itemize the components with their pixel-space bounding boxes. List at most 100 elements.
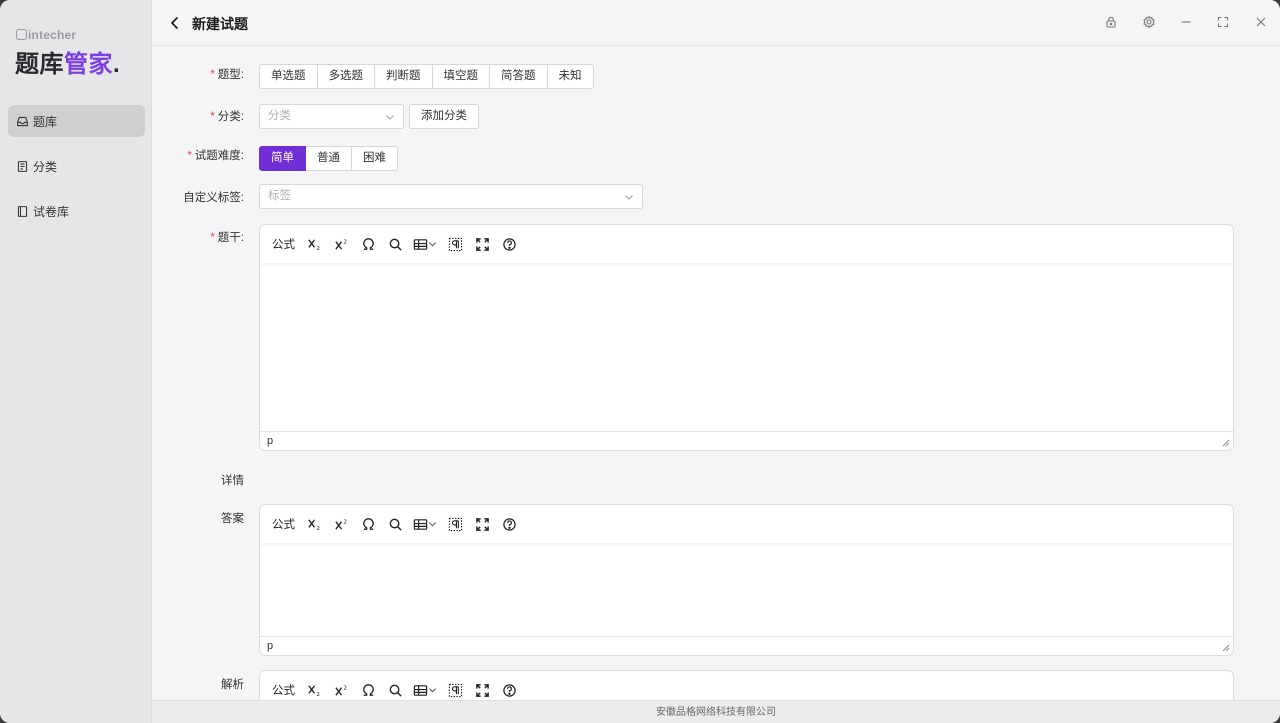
superscript-button[interactable]: 2 [330,678,352,700]
add-category-button[interactable]: 添加分类 [409,104,479,129]
superscript-button[interactable]: 2 [330,232,352,256]
help-button[interactable] [498,678,520,700]
back-arrow-icon[interactable] [168,15,182,31]
superscript-icon: 2 [334,519,346,530]
special-char-button[interactable] [357,512,379,536]
stem-label: * 题干: [210,232,244,244]
superscript-icon: 2 [334,239,346,250]
table-button[interactable] [411,232,439,256]
settings-icon[interactable] [1142,15,1156,29]
difficulty-option-hard[interactable]: 困难 [352,146,398,171]
subscript-icon: 2 [307,518,320,532]
table-button[interactable] [411,512,439,536]
element-path: p [267,640,274,652]
help-button[interactable] [498,512,520,536]
sidebar-item-paper-bank[interactable]: 试卷库 [8,195,145,227]
brand-dot: . [113,51,121,78]
svg-text:2: 2 [343,685,347,691]
show-blocks-button[interactable] [444,678,466,700]
fullscreen-button[interactable] [471,232,493,256]
subscript-icon: 2 [307,684,320,698]
inbox-icon [17,116,28,126]
search-icon [389,518,402,531]
superscript-button[interactable]: 2 [330,512,352,536]
type-option-fill-blank[interactable]: 填空题 [432,64,490,89]
superscript-icon: 2 [334,685,347,696]
category-select[interactable]: 分类 [259,104,404,129]
difficulty-selector: 简单 普通 困难 [259,146,398,171]
svg-text:2: 2 [316,526,320,532]
special-char-button[interactable] [357,678,379,700]
difficulty-option-normal[interactable]: 普通 [306,146,352,171]
table-icon [413,518,428,530]
chevron-down-icon [428,688,437,693]
editor-toolbar: 公式 2 2 [260,505,1233,543]
type-option-short-answer[interactable]: 简答题 [490,64,548,89]
help-icon [502,683,516,697]
special-char-button[interactable] [357,232,379,256]
sidebar-item-label: 题库 [33,114,58,129]
search-button[interactable] [384,678,406,700]
brand-logo-small: intecher [16,28,76,42]
fullscreen-button[interactable] [471,512,493,536]
fullscreen-icon [475,237,489,251]
search-button[interactable] [384,232,406,256]
details-label: 详情 [221,475,244,487]
svg-text:2: 2 [316,692,320,698]
resize-handle-icon[interactable] [1222,439,1230,447]
show-blocks-button[interactable] [444,512,466,536]
minimize-icon[interactable] [1179,15,1193,29]
fullscreen-icon [475,683,489,697]
footer: 安徽品格网络科技有限公司 [152,700,1280,723]
sidebar-item-label: 分类 [33,159,58,174]
maximize-icon[interactable] [1216,15,1230,29]
document-icon [17,160,28,172]
sidebar: intecher 题库管家. 题库 分类 试卷库 [0,0,152,723]
type-option-multiple[interactable]: 多选题 [317,64,375,89]
subscript-button[interactable]: 2 [303,512,325,536]
paragraph-icon [448,237,462,251]
sidebar-item-question-bank[interactable]: 题库 [8,105,145,137]
stem-editor: 公式 2 2 p [259,224,1234,451]
formula-button[interactable]: 公式 [272,512,295,536]
fullscreen-icon [475,517,489,531]
tags-select[interactable]: 标签 [259,184,643,209]
answer-editor: 公式 2 2 p [259,504,1234,656]
resize-handle-icon[interactable] [1222,644,1230,652]
show-blocks-button[interactable] [444,232,466,256]
subscript-button[interactable]: 2 [303,678,325,700]
table-icon [413,238,428,250]
analysis-label: 解析 [221,679,244,691]
difficulty-option-easy[interactable]: 简单 [259,146,306,171]
category-label: * 分类: [210,111,244,123]
sidebar-nav: 题库 分类 试卷库 [8,105,145,240]
svg-text:2: 2 [316,246,320,252]
help-button[interactable] [498,232,520,256]
search-icon [389,684,402,697]
search-button[interactable] [384,512,406,536]
formula-button[interactable]: 公式 [272,232,295,256]
analysis-editor: 公式 2 2 [259,670,1234,700]
editor-status-bar: p [260,431,1233,450]
help-icon [502,517,516,531]
sidebar-item-category[interactable]: 分类 [8,150,145,182]
category-placeholder: 分类 [268,110,291,122]
type-option-unknown[interactable]: 未知 [547,64,594,89]
subscript-button[interactable]: 2 [303,232,325,256]
top-bar: 新建试题 [152,0,1280,46]
chevron-down-icon [625,195,633,200]
help-icon [502,237,516,251]
type-option-judgment[interactable]: 判断题 [375,64,433,89]
tags-label: 自定义标签: [183,192,244,204]
question-type-label: * 题型: [210,69,244,81]
formula-button[interactable]: 公式 [272,678,295,700]
table-button[interactable] [411,678,439,700]
element-path: p [267,435,274,447]
fullscreen-button[interactable] [471,678,493,700]
answer-label: 答案 [221,513,244,525]
type-option-single[interactable]: 单选题 [259,64,318,89]
sidebar-item-label: 试卷库 [33,204,70,219]
app-window: intecher 题库管家. 题库 分类 试卷库 新建试题 * 题型: 单选题 … [0,0,1280,723]
close-icon[interactable] [1254,15,1268,29]
lock-icon[interactable] [1104,15,1118,29]
